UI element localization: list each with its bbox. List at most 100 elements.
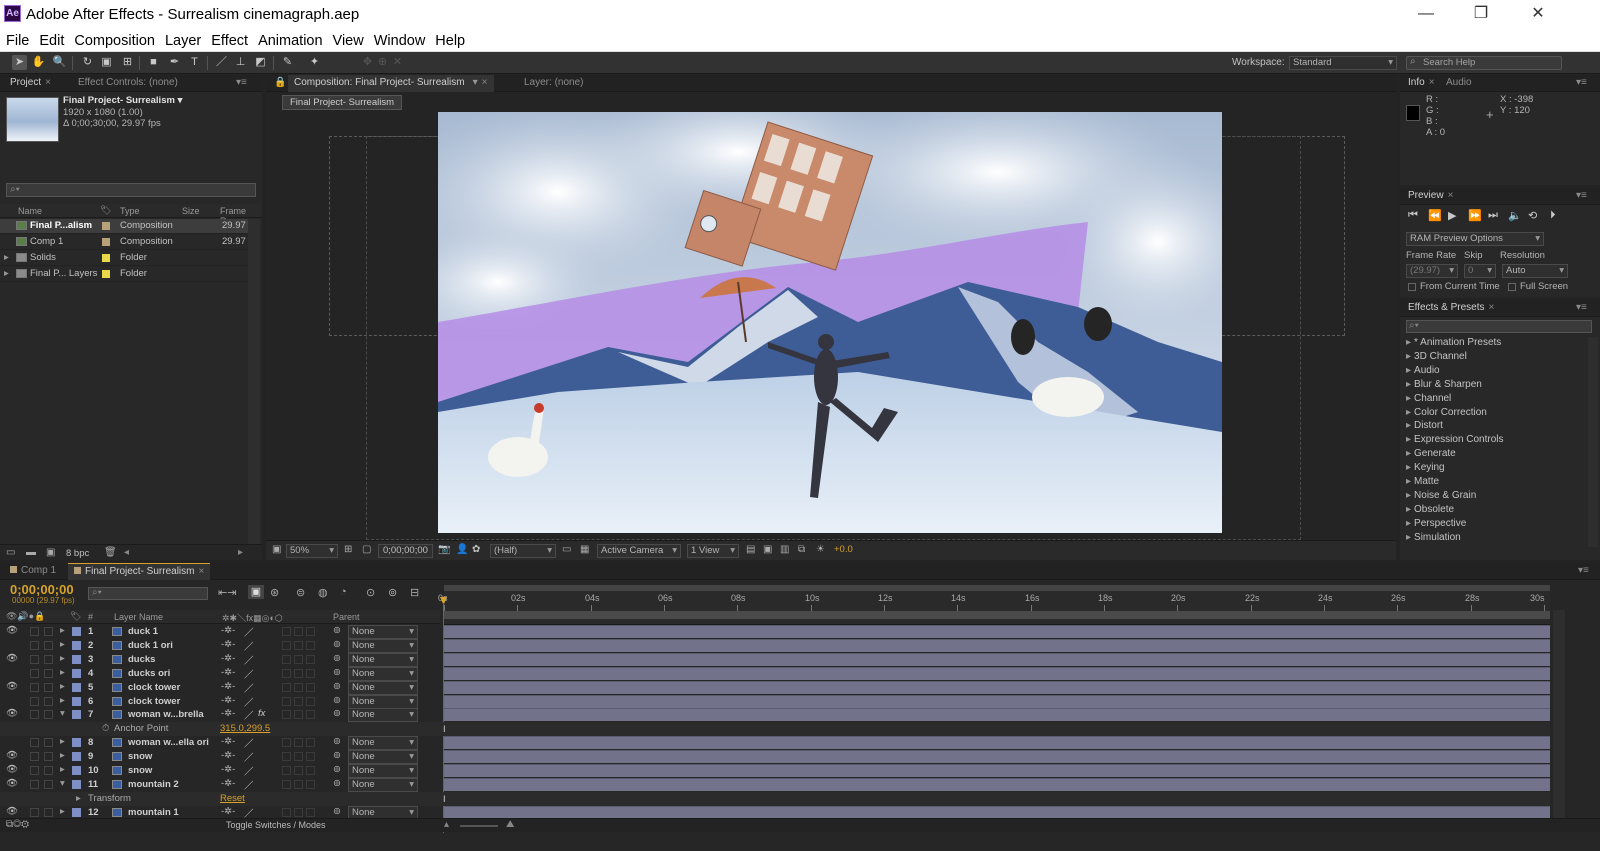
layer-duration-bar[interactable] [444,625,1550,638]
layer-row[interactable]: 👁 ▸ 3 ducks -✲- ／ ⊚ None [0,652,440,667]
menu-animation[interactable]: Animation [253,30,327,52]
visibility-eye-icon[interactable]: 👁 [6,778,18,789]
motion-blur-switch[interactable] [294,710,303,720]
magnification-dropdown[interactable]: 50% [286,544,338,558]
layer-row[interactable]: 👁 ▾ 11 mountain 2 -✲- ／ ⊚ None [0,777,440,792]
motion-blur-switch[interactable] [294,668,303,678]
lock-switch[interactable] [44,807,53,817]
menu-view[interactable]: View [328,30,369,52]
motion-blur-switch[interactable] [294,654,303,664]
menu-file[interactable]: File [1,30,34,52]
shy-switch-icon[interactable]: -✲- [221,625,235,636]
play-icon[interactable]: ▶ [1448,209,1456,222]
shy-switch-icon[interactable]: -✲- [221,639,235,650]
solo-switch[interactable] [30,738,39,748]
col-parent[interactable]: Parent [333,612,360,622]
effects-category[interactable]: ▸ Blur & Sharpen [1406,379,1482,390]
show-snapshot-icon[interactable]: 👤 [456,544,468,555]
effects-category[interactable]: ▸ * Animation Presets [1406,337,1501,348]
minimize-button[interactable]: — [1406,4,1446,26]
pick-whip-icon[interactable]: ⊚ [333,667,341,678]
expand-triangle-icon[interactable]: ▸ [1406,434,1411,445]
tab-project[interactable]: Project × [10,77,51,88]
brainstorm-icon[interactable]: ⊙ [366,586,375,599]
adjustment-switch[interactable] [306,696,315,706]
effects-category[interactable]: ▸ Distort [1406,420,1443,431]
skip-dropdown[interactable]: 0 [1464,264,1496,278]
expand-triangle-icon[interactable]: ▸ [1406,379,1411,390]
type-tool-icon[interactable]: T [187,55,202,70]
expand-triangle-icon[interactable]: ▸ [60,695,65,706]
menu-composition[interactable]: Composition [69,30,160,52]
parent-dropdown[interactable]: None [348,680,418,695]
project-item[interactable]: ▸ Final P... Layers Folder [0,267,256,282]
lock-switch[interactable] [44,654,53,664]
expand-triangle-icon[interactable]: ▸ [60,667,65,678]
frame-blend-switch[interactable] [282,682,291,692]
expand-triangle-icon[interactable]: ▸ [1406,407,1411,418]
layer-row[interactable]: ▸ 4 ducks ori -✲- ／ ⊚ None [0,666,440,681]
parent-dropdown[interactable]: None [348,694,418,709]
expand-triangle-icon[interactable]: ▸ [60,653,65,664]
lock-switch[interactable] [44,640,53,650]
property-value[interactable]: 315.0,299.5 [220,723,270,734]
effects-category[interactable]: ▸ Noise & Grain [1406,490,1476,501]
zoom-in-icon[interactable]: ⛰ [506,819,514,830]
maximize-button[interactable]: ❐ [1461,4,1501,26]
layer-name[interactable]: duck 1 ori [128,640,173,651]
adjustment-switch[interactable] [306,682,315,692]
timeline-current-time[interactable]: 0;00;00;00 [10,582,74,597]
expand-triangle-icon[interactable]: ▸ [1406,476,1411,487]
tab-audio[interactable]: Audio [1446,77,1472,88]
frame-blend-switch[interactable] [282,807,291,817]
parent-dropdown[interactable]: None [348,652,418,667]
adjustment-switch[interactable] [306,710,315,720]
previous-frame-icon[interactable]: ⏪ [1428,209,1442,222]
selection-tool-icon[interactable]: ➤ [12,55,27,70]
pick-whip-icon[interactable]: ⊚ [333,750,341,761]
lock-switch[interactable] [44,766,53,775]
effects-fx-icon[interactable]: fx [258,708,265,719]
adjustment-switch[interactable] [306,668,315,678]
effects-category[interactable]: ▸ Simulation [1406,532,1461,543]
solo-switch[interactable] [30,710,39,720]
effects-search-input[interactable] [1406,320,1592,333]
view-layout-dropdown[interactable]: 1 View [687,544,739,558]
fast-previews-icon[interactable]: ▣ [763,544,772,555]
layer-name[interactable]: clock tower [128,696,180,707]
visibility-eye-icon[interactable]: 👁 [6,764,18,775]
layer-name[interactable]: mountain 1 [128,807,179,818]
panel-menu-icon[interactable]: ▾≡ [1576,190,1587,201]
label-color-swatch[interactable] [102,254,110,262]
expand-triangle-icon[interactable]: ▸ [76,793,81,804]
tab-effects-presets[interactable]: Effects & Presets × [1408,302,1494,313]
first-frame-icon[interactable]: ⏮ [1408,209,1418,222]
layer-name[interactable]: ducks [128,654,155,665]
frame-blend-switch[interactable] [282,738,291,748]
frame-blend-switch[interactable] [282,668,291,678]
expand-triangle-icon[interactable]: ▸ [1406,420,1411,431]
effects-category[interactable]: ▸ 3D Channel [1406,351,1467,362]
layer-duration-bar[interactable] [444,652,1550,666]
camera-tool-icon[interactable]: ▣ [99,55,114,70]
shy-switch-icon[interactable]: -✲- [221,653,235,664]
motion-blur-switch[interactable] [294,738,303,748]
label-color-swatch[interactable] [102,222,110,230]
expand-triangle-icon[interactable]: ▸ [60,681,65,692]
frame-blend-switch[interactable] [282,640,291,650]
parent-dropdown[interactable]: None [348,708,418,723]
search-help-input[interactable]: Search Help [1406,56,1562,70]
solo-switch[interactable] [30,696,39,706]
loop-icon[interactable]: ⟲ [1528,209,1537,222]
visibility-eye-icon[interactable]: 👁 [6,750,18,761]
parent-dropdown[interactable]: None [348,764,418,778]
lock-switch[interactable] [44,627,53,636]
layer-duration-bar[interactable] [444,694,1550,708]
label-color-swatch[interactable] [72,640,81,650]
tab-info[interactable]: Info × [1408,77,1435,88]
solo-switch[interactable] [30,640,39,650]
motion-blur-switch[interactable] [294,807,303,817]
shy-switch-icon[interactable]: -✲- [221,778,235,789]
snapshot-camera-icon[interactable]: 📷 [438,544,450,555]
collapse-triangle-icon[interactable]: ▾ [60,778,65,789]
